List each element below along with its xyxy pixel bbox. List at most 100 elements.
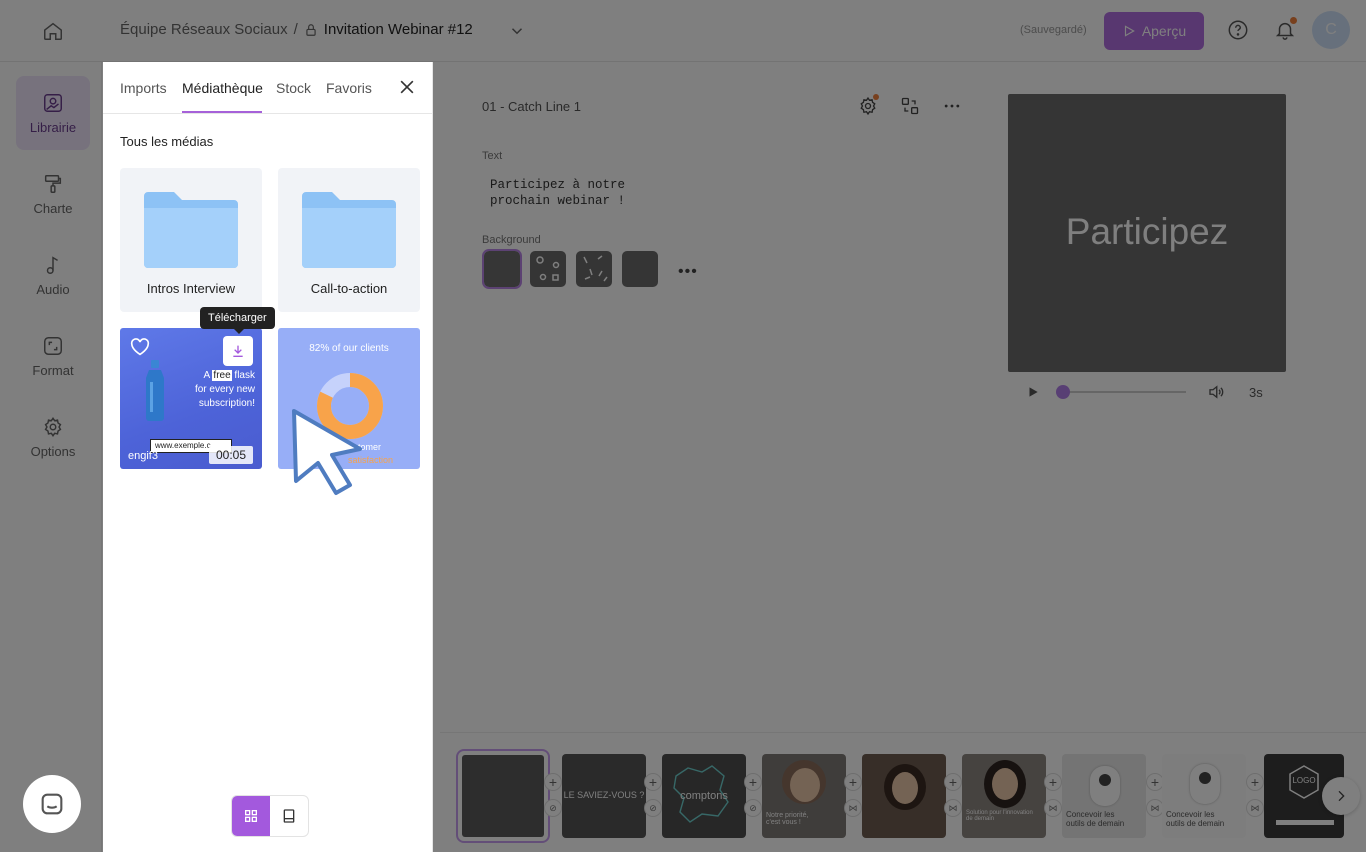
pattern-circles-icon: [536, 256, 560, 281]
timeline-next-button[interactable]: [1322, 777, 1360, 815]
chevron-down-icon[interactable]: [508, 22, 526, 40]
tab-imports[interactable]: Imports: [120, 80, 167, 96]
timeline-scene[interactable]: [862, 754, 946, 838]
rail-item-label: Audio: [36, 281, 70, 297]
tab-stock[interactable]: Stock: [276, 80, 311, 96]
scene-text-input[interactable]: Participez à notre prochain webinar !: [480, 170, 660, 218]
folder-icon: [144, 192, 238, 268]
rail-item-charte[interactable]: Charte: [16, 157, 90, 231]
rail-item-librairie[interactable]: Librairie: [16, 76, 90, 150]
timeline-scene[interactable]: Concevoir les outils de demain: [1062, 754, 1146, 838]
play-icon[interactable]: [1026, 385, 1040, 399]
person-face: [892, 772, 918, 804]
add-scene-button[interactable]: +: [944, 773, 962, 791]
download-tooltip: Télécharger: [200, 307, 275, 334]
background-swatch-circles[interactable]: [530, 251, 566, 287]
chat-icon: [41, 793, 63, 815]
download-button[interactable]: [223, 336, 253, 366]
home-icon: [44, 22, 62, 40]
help-button[interactable]: [1226, 18, 1250, 42]
image-icon: [44, 93, 62, 112]
volume-icon[interactable]: [1206, 383, 1226, 401]
tab-favoris[interactable]: Favoris: [326, 80, 372, 96]
timeline-scene[interactable]: Notre priorité, c'est vous !: [762, 754, 846, 838]
rail-item-options[interactable]: Options: [16, 400, 90, 474]
rail-item-label: Charte: [33, 200, 73, 216]
folder-card[interactable]: Call-to-action: [278, 168, 420, 312]
transition-icon[interactable]: ⊘: [744, 799, 762, 817]
music-note-icon: [46, 255, 58, 274]
notification-dot: [1290, 17, 1297, 24]
download-icon: [233, 345, 243, 357]
person-face: [790, 768, 820, 802]
preview-button[interactable]: Aperçu: [1104, 12, 1204, 50]
add-scene-button[interactable]: +: [1246, 773, 1264, 791]
transition-icon[interactable]: ⋈: [1246, 799, 1264, 817]
breadcrumb-team[interactable]: Équipe Réseaux Sociaux: [120, 21, 288, 38]
transition-icon[interactable]: ⋈: [844, 799, 862, 817]
folder-name: Call-to-action: [310, 281, 388, 296]
timeline-scene[interactable]: Solution pour l'innovation de demain: [962, 754, 1046, 838]
progress-thumb[interactable]: [1056, 385, 1070, 399]
more-backgrounds[interactable]: •••: [678, 263, 698, 281]
add-scene-button[interactable]: +: [544, 773, 562, 791]
background-swatch-plain[interactable]: [482, 249, 522, 289]
gear-icon: [44, 416, 62, 437]
grid-view-button[interactable]: [232, 796, 270, 836]
media-card[interactable]: A free flask for every new subscription!…: [120, 328, 262, 469]
scene-caption: Notre priorité, c'est vous !: [766, 812, 809, 826]
add-scene-button[interactable]: +: [844, 773, 862, 791]
app-header: Équipe Réseaux Sociaux / Invitation Webi…: [0, 0, 1366, 62]
background-swatch-texture[interactable]: [622, 251, 658, 287]
add-scene-button[interactable]: +: [744, 773, 762, 791]
document-title[interactable]: Invitation Webinar #12: [324, 21, 473, 38]
rail-item-label: Options: [30, 443, 76, 459]
close-icon[interactable]: [397, 77, 417, 97]
timeline-scene[interactable]: [456, 749, 550, 843]
scene-settings-button[interactable]: [856, 94, 880, 118]
save-status: (Sauvegardé): [1020, 24, 1087, 36]
breadcrumb: Équipe Réseaux Sociaux / Invitation Webi…: [120, 21, 473, 38]
active-tab-indicator: [182, 111, 262, 113]
transition-icon[interactable]: ⋈: [1044, 799, 1062, 817]
notifications-button[interactable]: [1273, 17, 1297, 42]
progress-track[interactable]: [1062, 391, 1186, 393]
scene-caption: Solution pour l'innovation de demain: [966, 810, 1033, 822]
add-scene-button[interactable]: +: [644, 773, 662, 791]
swap-button[interactable]: [898, 94, 922, 118]
avatar[interactable]: C: [1312, 11, 1350, 49]
library-panel: Imports Médiathèque Stock Favoris Tous l…: [103, 62, 433, 852]
transition-icon[interactable]: ⊘: [544, 799, 562, 817]
library-tabs: Imports Médiathèque Stock Favoris: [103, 62, 433, 114]
transition-icon[interactable]: ⋈: [944, 799, 962, 817]
timeline-scene[interactable]: LE SAVIEZ-VOUS ?: [562, 754, 646, 838]
timeline-scene[interactable]: Concevoir les outils de demain: [1162, 754, 1246, 838]
scene-caption: Concevoir les outils de demain: [1166, 810, 1225, 828]
lock-icon: [306, 23, 316, 36]
play-icon: [1124, 25, 1135, 37]
background-swatch-lines[interactable]: [576, 251, 612, 287]
preview-duration: 3s: [1249, 385, 1263, 400]
more-options-button[interactable]: [940, 94, 964, 118]
preview-canvas: Participez: [1008, 94, 1286, 372]
media-headline: 82% of our clients: [309, 343, 389, 354]
view-toggle: [231, 795, 309, 837]
rail-item-audio[interactable]: Audio: [16, 238, 90, 312]
logo-bar: [1276, 820, 1334, 825]
timeline-scene[interactable]: comptons: [662, 754, 746, 838]
paint-roller-icon: [44, 174, 62, 193]
folder-card[interactable]: Intros Interview: [120, 168, 262, 312]
grid-icon: [245, 810, 257, 822]
preview-player: 3s: [1020, 378, 1290, 406]
heart-icon[interactable]: [130, 338, 150, 356]
camera-lens: [1199, 772, 1211, 784]
tab-mediatheque[interactable]: Médiathèque: [182, 80, 263, 96]
rail-item-format[interactable]: Format: [16, 319, 90, 393]
add-scene-button[interactable]: +: [1044, 773, 1062, 791]
person-face: [992, 768, 1018, 800]
more-horizontal-icon: [944, 104, 960, 108]
home-button[interactable]: [36, 14, 70, 48]
transition-icon[interactable]: ⊘: [644, 799, 662, 817]
chat-support-button[interactable]: [23, 775, 81, 833]
list-view-button[interactable]: [270, 796, 308, 836]
